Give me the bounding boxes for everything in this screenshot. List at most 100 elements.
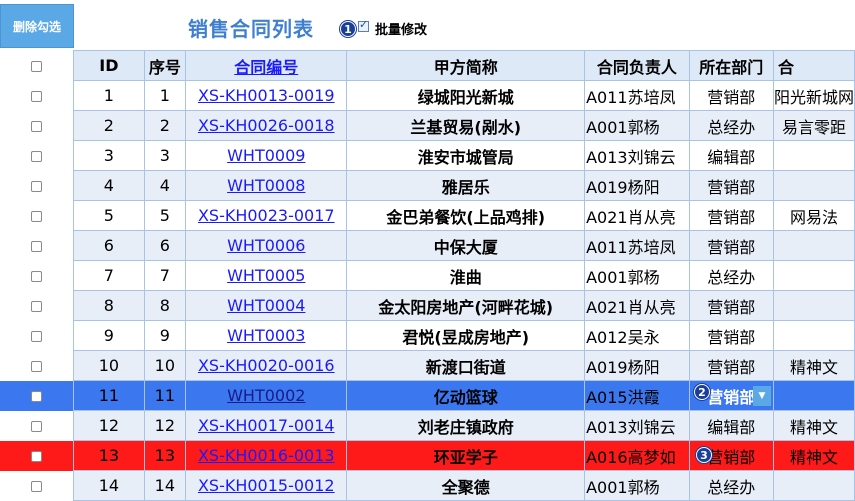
table-row[interactable]: 2 2 XS-KH0026-0018 兰基贸易(剐水) A001郭杨 总经办 易言零距: [0, 110, 855, 141]
contract-no-link[interactable]: XS-KH0015-0012: [198, 476, 335, 495]
row-checkbox[interactable]: [31, 91, 43, 102]
table-row[interactable]: 1 1 XS-KH0013-0019 绿城阳光新城 A011苏培凤 营销部 阳光新城网: [0, 80, 855, 111]
party-a-cell[interactable]: 金巴弟餐饮(上品鸡排): [346, 200, 586, 231]
col-header-seq[interactable]: 序号: [143, 50, 187, 81]
row-checkbox[interactable]: [31, 121, 43, 132]
row-checkbox[interactable]: [31, 181, 43, 192]
owner-cell[interactable]: A013刘锦云: [584, 140, 690, 171]
dept-cell[interactable]: 营销部: [688, 200, 774, 231]
table-row[interactable]: 14 14 XS-KH0015-0012 全聚德 A001郭杨 总经办: [0, 470, 855, 501]
owner-cell[interactable]: A013刘锦云: [584, 410, 690, 441]
col-header-party-a[interactable]: 甲方简称: [346, 50, 586, 81]
party-a-cell[interactable]: 兰基贸易(剐水): [346, 110, 586, 141]
owner-cell[interactable]: A001郭杨: [584, 260, 690, 291]
row-checkbox[interactable]: [31, 451, 43, 462]
dept-cell[interactable]: 编辑部: [688, 410, 774, 441]
extra-cell[interactable]: 精神文: [772, 440, 855, 471]
row-checkbox[interactable]: [31, 331, 43, 342]
contract-no-link[interactable]: WHT0004: [227, 296, 305, 315]
contract-no-link[interactable]: XS-KH0023-0017: [198, 206, 335, 225]
table-row[interactable]: 11 11 WHT0002 亿动篮球 A015洪霞 营销部 ▼: [0, 380, 855, 411]
table-row[interactable]: 9 9 WHT0003 君悦(昱成房地产) A012吴永 营销部: [0, 320, 855, 351]
col-header-extra[interactable]: 合: [772, 50, 855, 81]
party-a-cell[interactable]: 绿城阳光新城: [346, 80, 586, 111]
col-header-contract-no[interactable]: 合同编号: [185, 50, 348, 81]
dept-cell[interactable]: 营销部: [688, 170, 774, 201]
contract-no-link[interactable]: XS-KH0026-0018: [198, 116, 335, 135]
party-a-cell[interactable]: 中保大厦: [346, 230, 586, 261]
contract-no-link[interactable]: WHT0003: [227, 326, 305, 345]
owner-cell[interactable]: A019杨阳: [584, 350, 690, 381]
party-a-cell[interactable]: 环亚学子: [346, 440, 586, 471]
col-header-owner[interactable]: 合同负责人: [584, 50, 690, 81]
extra-cell[interactable]: [772, 140, 855, 171]
dept-cell[interactable]: 营销部: [688, 80, 774, 111]
row-checkbox[interactable]: [31, 361, 43, 372]
party-a-cell[interactable]: 金太阳房地产(河畔花城): [346, 290, 586, 321]
sort-link-contract-no[interactable]: 合同编号: [234, 58, 298, 77]
contract-no-link[interactable]: WHT0008: [227, 176, 305, 195]
owner-cell[interactable]: A021肖从亮: [584, 290, 690, 321]
row-checkbox[interactable]: [31, 301, 43, 312]
dept-cell[interactable]: 营销部: [688, 320, 774, 351]
party-a-cell[interactable]: 亿动篮球: [346, 380, 586, 411]
table-row[interactable]: 4 4 WHT0008 雅居乐 A019杨阳 营销部: [0, 170, 855, 201]
extra-cell[interactable]: 阳光新城网: [772, 80, 855, 111]
extra-cell[interactable]: [772, 260, 855, 291]
owner-cell[interactable]: A001郭杨: [584, 470, 690, 501]
extra-cell[interactable]: [772, 290, 855, 321]
contract-no-link[interactable]: XS-KH0016-0013: [198, 446, 335, 465]
owner-cell[interactable]: A001郭杨: [584, 110, 690, 141]
col-header-dept[interactable]: 所在部门: [688, 50, 774, 81]
row-checkbox[interactable]: [31, 151, 43, 162]
bulk-edit-checkbox[interactable]: [358, 18, 369, 32]
owner-cell[interactable]: A016高梦如: [584, 440, 690, 471]
owner-cell[interactable]: A015洪霞: [584, 380, 690, 411]
table-row[interactable]: 6 6 WHT0006 中保大厦 A011苏培凤 营销部: [0, 230, 855, 261]
contract-no-link[interactable]: WHT0002: [227, 386, 305, 405]
extra-cell[interactable]: 易言零距: [772, 110, 855, 141]
dept-cell[interactable]: 总经办: [688, 470, 774, 501]
row-checkbox[interactable]: [31, 421, 43, 432]
extra-cell[interactable]: [772, 470, 855, 501]
owner-cell[interactable]: A019杨阳: [584, 170, 690, 201]
table-row[interactable]: 13 13 XS-KH0016-0013 环亚学子 A016高梦如 营销部 精神文: [0, 440, 855, 471]
row-checkbox[interactable]: [31, 391, 43, 402]
extra-cell[interactable]: [772, 380, 855, 411]
party-a-cell[interactable]: 新渡口街道: [346, 350, 586, 381]
owner-cell[interactable]: A021肖从亮: [584, 200, 690, 231]
table-row[interactable]: 5 5 XS-KH0023-0017 金巴弟餐饮(上品鸡排) A021肖从亮 营销部 网易法: [0, 200, 855, 231]
party-a-cell[interactable]: 淮安市城管局: [346, 140, 586, 171]
select-all-checkbox[interactable]: [31, 61, 43, 72]
contract-no-link[interactable]: WHT0006: [227, 236, 305, 255]
party-a-cell[interactable]: 君悦(昱成房地产): [346, 320, 586, 351]
party-a-cell[interactable]: 淮曲: [346, 260, 586, 291]
dept-cell[interactable]: 编辑部: [688, 140, 774, 171]
dept-cell[interactable]: 总经办: [688, 110, 774, 141]
row-checkbox[interactable]: [31, 241, 43, 252]
row-checkbox[interactable]: [31, 481, 43, 492]
dept-cell[interactable]: 营销部: [688, 350, 774, 381]
contract-no-link[interactable]: XS-KH0017-0014: [198, 416, 335, 435]
dept-cell[interactable]: 营销部: [688, 290, 774, 321]
table-row[interactable]: 8 8 WHT0004 金太阳房地产(河畔花城) A021肖从亮 营销部: [0, 290, 855, 321]
party-a-cell[interactable]: 全聚德: [346, 470, 586, 501]
table-row[interactable]: 7 7 WHT0005 淮曲 A001郭杨 总经办: [0, 260, 855, 291]
extra-cell[interactable]: [772, 320, 855, 351]
delete-checked-button[interactable]: 删除勾选: [0, 4, 74, 48]
extra-cell[interactable]: 精神文: [772, 410, 855, 441]
extra-cell[interactable]: [772, 230, 855, 261]
contract-no-link[interactable]: XS-KH0013-0019: [198, 86, 335, 105]
extra-cell[interactable]: 网易法: [772, 200, 855, 231]
chevron-down-icon[interactable]: ▼: [752, 386, 771, 406]
col-header-id[interactable]: ID: [73, 50, 145, 81]
dept-cell[interactable]: 营销部: [688, 230, 774, 261]
owner-cell[interactable]: A012吴永: [584, 320, 690, 351]
dept-cell[interactable]: 总经办: [688, 260, 774, 291]
party-a-cell[interactable]: 刘老庄镇政府: [346, 410, 586, 441]
extra-cell[interactable]: [772, 170, 855, 201]
contract-no-link[interactable]: XS-KH0020-0016: [198, 356, 335, 375]
owner-cell[interactable]: A011苏培凤: [584, 230, 690, 261]
table-row[interactable]: 12 12 XS-KH0017-0014 刘老庄镇政府 A013刘锦云 编辑部 精神文: [0, 410, 855, 441]
party-a-cell[interactable]: 雅居乐: [346, 170, 586, 201]
